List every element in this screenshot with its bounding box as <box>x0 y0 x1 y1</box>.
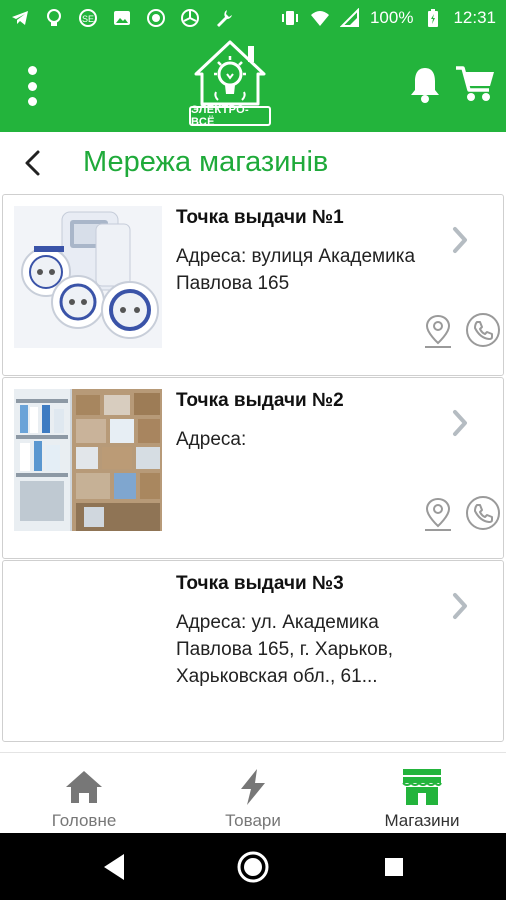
back-arrow-icon[interactable] <box>18 148 48 178</box>
back-triangle-icon[interactable] <box>96 849 132 885</box>
menu-button[interactable] <box>18 66 46 106</box>
store-card[interactable]: Точка выдачи №3 Адреса: ул. Академика Па… <box>2 560 504 742</box>
battery-icon <box>423 8 443 28</box>
status-system: 100% 12:31 <box>280 8 496 28</box>
chevron-right-icon[interactable] <box>449 591 471 621</box>
phone-icon[interactable] <box>465 312 501 348</box>
store-card[interactable]: Точка выдачи №1 Адреса: вулиця Академика… <box>2 194 504 376</box>
image-icon <box>112 8 132 28</box>
cart-icon[interactable] <box>454 64 496 104</box>
menu-icon <box>27 66 37 75</box>
status-bar: SE 100% 12:31 <box>0 0 506 36</box>
logo-text: ЭЛЕКТРО-ВСЁ <box>189 104 271 128</box>
nav-shops[interactable]: Магазини <box>338 753 506 834</box>
store-card[interactable]: Точка выдачи №2 Адреса: <box>2 377 504 559</box>
system-nav-bar <box>0 833 506 900</box>
store-title: Точка выдачи №2 <box>176 390 344 411</box>
record-icon <box>146 8 166 28</box>
store-address: Адреса: ул. Академика Павлова 165, г. Ха… <box>176 612 394 687</box>
bell-icon[interactable] <box>408 64 442 104</box>
phone-icon[interactable] <box>465 495 501 531</box>
battery-percent: 100% <box>369 8 414 27</box>
fan-icon <box>180 8 200 28</box>
wrench-icon <box>214 8 234 28</box>
bottom-nav: Головне Товари Магазини <box>0 752 506 833</box>
wifi-icon <box>310 8 330 28</box>
page-title: Мережа магазинів <box>83 146 329 178</box>
store-image-timer-sockets <box>14 206 162 348</box>
app-bar: ЭЛЕКТРО-ВСЁ <box>0 36 506 132</box>
store-address: Адреса: <box>176 429 247 450</box>
app-badge-icon: SE <box>78 8 98 28</box>
nav-goods[interactable]: Товари <box>169 753 337 834</box>
home-circle-icon[interactable] <box>235 849 271 885</box>
store-title: Точка выдачи №1 <box>176 207 344 228</box>
map-pin-icon[interactable] <box>423 496 453 532</box>
clock: 12:31 <box>453 8 496 27</box>
store-image-warehouse <box>14 389 162 531</box>
chevron-right-icon[interactable] <box>449 225 471 255</box>
store-icon <box>402 769 442 805</box>
home-icon <box>66 771 102 803</box>
vibrate-icon <box>280 8 300 28</box>
nav-goods-label: Товари <box>225 811 281 830</box>
store-address: Адреса: вулиця Академика Павлова 165 <box>176 246 416 294</box>
lightning-icon <box>241 769 265 805</box>
svg-text:SE: SE <box>82 14 94 24</box>
nav-shops-label: Магазини <box>384 811 460 830</box>
nav-home[interactable]: Головне <box>0 753 168 834</box>
recents-square-icon[interactable] <box>376 849 412 885</box>
page-header: Мережа магазинів <box>0 132 506 194</box>
status-notifications: SE <box>10 8 234 28</box>
telegram-icon <box>10 8 30 28</box>
signal-icon <box>339 8 360 28</box>
map-pin-icon[interactable] <box>423 313 453 349</box>
store-title: Точка выдачи №3 <box>176 573 344 594</box>
nav-home-label: Головне <box>51 811 117 830</box>
chevron-right-icon[interactable] <box>449 408 471 438</box>
bulb-icon <box>44 8 64 28</box>
